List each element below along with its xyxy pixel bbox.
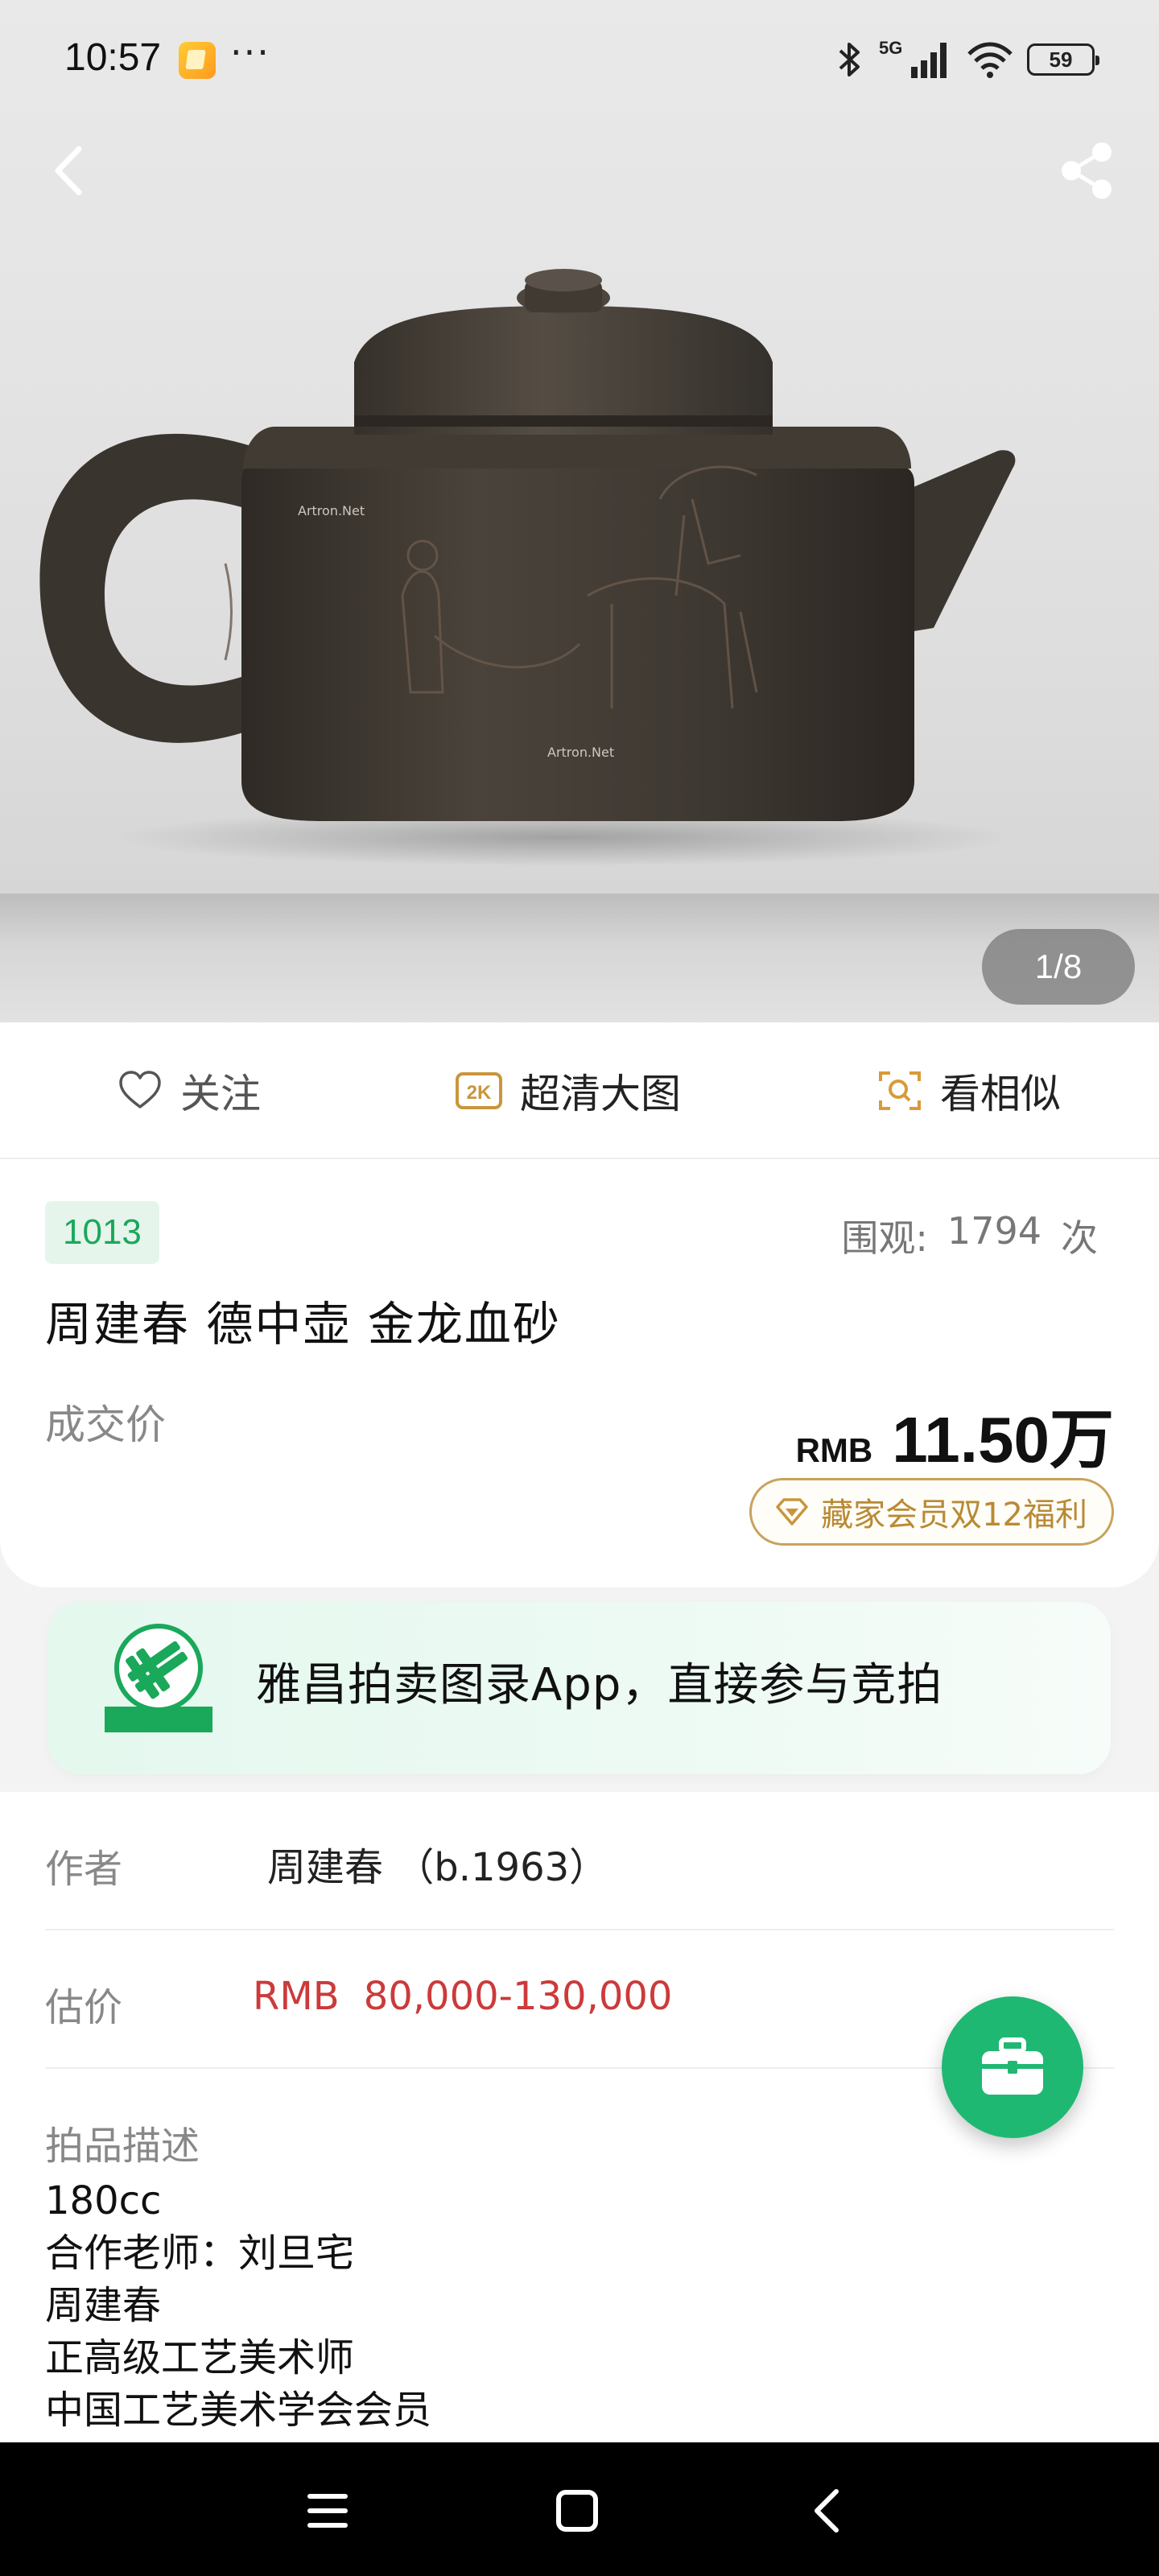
battery-icon: 59 <box>1027 43 1099 76</box>
description-line: 中国工艺美术学会会员 <box>45 2388 432 2433</box>
status-time: 10:57 <box>64 36 162 79</box>
notification-app-icon <box>179 42 216 79</box>
home-square-icon <box>556 2490 598 2532</box>
description-line: 周建春 <box>45 2283 162 2328</box>
author-value[interactable]: 周建春 （b.1963） <box>267 1835 608 1892</box>
hd-image-button[interactable]: 2K 超清大图 <box>456 1022 681 1159</box>
signal-5g-icon: 5G <box>879 38 953 81</box>
similar-label: 看相似 <box>940 1071 1061 1117</box>
home-button[interactable] <box>541 2475 613 2547</box>
hero-image-area[interactable]: Artron.Net Artron.Net 1/8 <box>0 0 1159 1022</box>
views-unit: 次 <box>1061 1216 1098 1260</box>
member-promo-label: 藏家会员双12福利 <box>821 1496 1087 1534</box>
deal-price: RMB 11.50万 <box>796 1388 1114 1481</box>
briefcase-fab-button[interactable] <box>942 1996 1083 2138</box>
description-line: 180cc <box>45 2178 162 2223</box>
briefcase-icon <box>982 2037 1043 2095</box>
artron-app-logo-icon <box>105 1624 212 1732</box>
view-count: 围观: 1794 次 <box>841 1209 1098 1262</box>
scan-similar-icon <box>879 1071 921 1110</box>
status-icons: 5G 59 <box>834 35 1099 84</box>
app-promo-banner[interactable]: 雅昌拍卖图录App，直接参与竞拍 <box>48 1602 1111 1774</box>
member-promo-button[interactable]: 藏家会员双12福利 <box>749 1478 1114 1546</box>
lot-info-card: 1013 围观: 1794 次 周建春 德中壶 金龙血砂 成交价 RMB 11.… <box>0 1159 1159 1587</box>
bluetooth-icon <box>834 39 866 80</box>
hd-2k-icon: 2K <box>456 1072 502 1109</box>
more-notifications-icon: ··· <box>230 31 270 74</box>
follow-button[interactable]: 关注 <box>118 1022 261 1159</box>
description-line: 合作老师：刘旦宅 <box>45 2231 355 2276</box>
deal-currency: RMB <box>795 1431 873 1469</box>
find-similar-button[interactable]: 看相似 <box>877 1022 1061 1159</box>
back-chevron-icon <box>815 2489 839 2533</box>
deal-price-label: 成交价 <box>45 1402 166 1448</box>
author-label: 作者 <box>45 1847 123 1892</box>
system-navigation-bar <box>0 2442 1159 2576</box>
views-count: 1794 <box>947 1209 1041 1253</box>
menu-icon <box>307 2494 348 2528</box>
system-back-button[interactable] <box>790 2475 863 2547</box>
share-button[interactable] <box>1054 138 1119 203</box>
deal-price-value: 11.50万 <box>892 1404 1114 1476</box>
author-row: 作者 周建春 （b.1963） <box>45 1792 1114 1930</box>
diamond-icon <box>776 1498 808 1525</box>
hd-label: 超清大图 <box>520 1071 681 1117</box>
estimate-label: 估价 <box>45 1985 123 2030</box>
views-label: 围观: <box>841 1216 928 1260</box>
wifi-icon <box>966 39 1014 80</box>
estimate-currency: RMB <box>253 1974 340 2019</box>
status-bar: 10:57 ··· 5G 59 <box>0 0 1159 113</box>
follow-label: 关注 <box>180 1071 261 1117</box>
back-arrow-icon <box>55 146 82 196</box>
description-title: 拍品描述 <box>45 2124 200 2169</box>
lot-description: 拍品描述 180cc 合作老师：刘旦宅 周建春 正高级工艺美术师 中国工艺美术学… <box>45 2114 1114 2437</box>
estimate-range: 80,000-130,000 <box>363 1974 673 2019</box>
heart-icon <box>119 1071 161 1108</box>
image-page-counter: 1/8 <box>982 929 1135 1005</box>
network-type: 5G <box>879 38 902 58</box>
watermark-2: Artron.Net <box>547 745 614 760</box>
app-promo-text: 雅昌拍卖图录App，直接参与竞拍 <box>256 1659 943 1711</box>
image-action-bar: 关注 2K 超清大图 看相似 <box>0 1022 1159 1159</box>
recent-apps-button[interactable] <box>291 2475 364 2547</box>
lot-number-badge: 1013 <box>45 1201 159 1264</box>
description-line: 正高级工艺美术师 <box>45 2335 355 2380</box>
share-icon <box>1062 142 1112 199</box>
hd-badge-text: 2K <box>467 1082 492 1104</box>
back-button[interactable] <box>40 138 97 203</box>
watermark-1: Artron.Net <box>298 503 365 518</box>
lot-title: 周建春 德中壶 金龙血砂 <box>45 1297 561 1352</box>
estimate-value: RMB 80,000-130,000 <box>253 1974 672 2019</box>
teapot-image[interactable]: Artron.Net Artron.Net <box>32 258 1030 869</box>
